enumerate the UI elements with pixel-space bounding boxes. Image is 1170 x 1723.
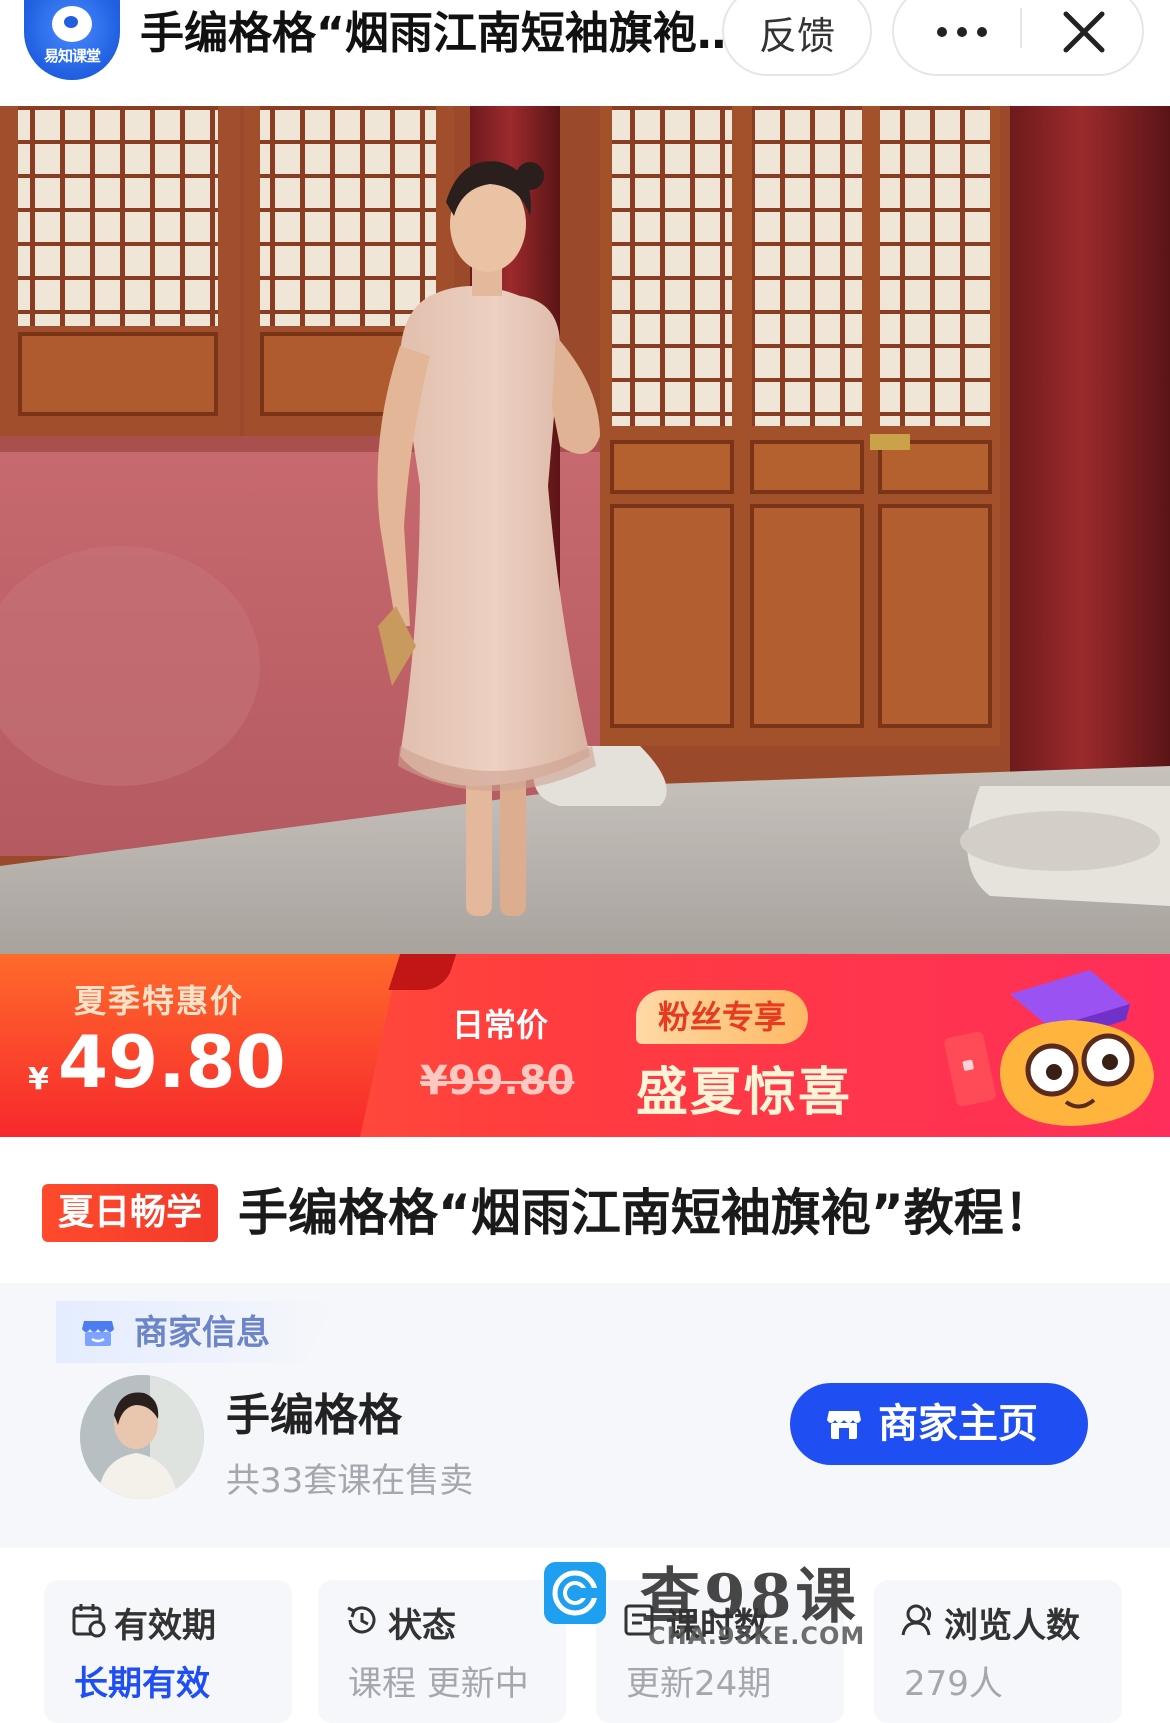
watermark-url: CHA.98KE.COM (648, 1622, 866, 1650)
validity-card: 有效期 长期有效 (44, 1580, 292, 1723)
clock-icon (347, 1606, 376, 1634)
app-logo[interactable]: 易知课堂 (24, 0, 120, 80)
regular-price: ¥99.80 (420, 1058, 575, 1104)
hero-photo-illustration (0, 106, 1170, 954)
status-label: 状态 (388, 1606, 456, 1646)
status-card: 状态 课程 更新中 (318, 1580, 566, 1723)
ribbon-fold (388, 954, 458, 990)
capsule-divider (1020, 8, 1022, 48)
fan-exclusive-badge: 粉丝专享 (636, 990, 808, 1044)
currency-symbol: ¥ (28, 1062, 49, 1097)
mascot-illustration (944, 970, 1154, 1126)
course-title: 手编格格“烟雨江南短袖旗袍”教程！ (238, 1184, 1054, 1242)
course-title-row: 夏日畅学 手编格格“烟雨江南短袖旗袍”教程！ (42, 1184, 1142, 1246)
regular-price-label: 日常价 (452, 1006, 549, 1044)
merchant-avatar[interactable] (80, 1375, 204, 1499)
merchant-home-label: 商家主页 (878, 1401, 1038, 1447)
user-icon (901, 1604, 932, 1636)
more-options-icon[interactable] (912, 0, 1012, 76)
page-title: 手编格格“烟雨江南短袖旗袍”教程！ (140, 8, 750, 59)
calendar-icon (72, 1604, 106, 1638)
feedback-button[interactable]: 反馈 (722, 0, 872, 76)
product-hero-image[interactable] (0, 106, 1170, 954)
app-logo-text: 易知课堂 (43, 47, 101, 65)
shop-icon (82, 1321, 114, 1346)
watermark-logo-icon (544, 1562, 606, 1624)
merchant-name[interactable]: 手编格格 (226, 1379, 402, 1443)
promotion-banner[interactable]: 夏季特惠价 ¥ 49.80 日常价 ¥99.80 粉丝专享 盛夏惊喜 (0, 954, 1170, 1137)
promo-headline: 盛夏惊喜 (636, 1063, 853, 1123)
close-icon[interactable] (1044, 0, 1124, 70)
sale-price: 49.80 (58, 1020, 286, 1104)
views-card: 浏览人数 279人 (874, 1580, 1122, 1723)
views-label: 浏览人数 (944, 1606, 1080, 1646)
validity-value: 长期有效 (74, 1664, 210, 1704)
merchant-home-button[interactable]: 商家主页 (790, 1383, 1088, 1465)
top-navigation-bar: 易知课堂 手编格格“烟雨江南短袖旗袍”教程！ 反馈 (0, 0, 1170, 106)
merchant-section-label: 商家信息 (134, 1313, 270, 1353)
validity-label: 有效期 (114, 1606, 216, 1646)
status-value: 课程 更新中 (348, 1664, 529, 1704)
views-value: 279人 (904, 1664, 1003, 1704)
miniapp-capsule (892, 0, 1144, 76)
summer-learning-tag: 夏日畅学 (42, 1184, 218, 1242)
merchant-course-count: 共33套课在售卖 (226, 1461, 474, 1501)
store-icon (827, 1411, 861, 1439)
lessons-value: 更新24期 (626, 1664, 772, 1704)
merchant-info-card: 商家信息 手编格格 共33套课在售卖 商家主页 (0, 1283, 1170, 1548)
bird-logo-icon (52, 6, 92, 42)
sale-label: 夏季特惠价 (74, 982, 245, 1020)
